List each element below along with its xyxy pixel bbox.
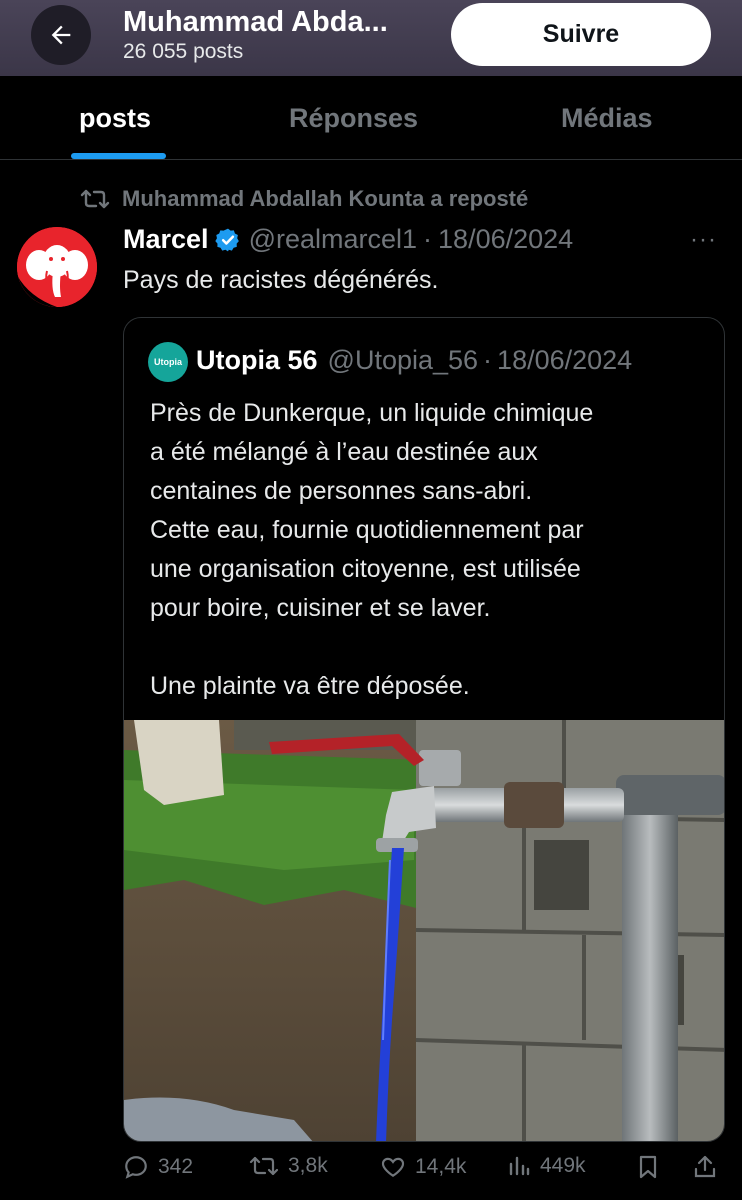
views-count: 449k <box>540 1154 586 1177</box>
more-options-button[interactable]: ··· <box>690 226 717 254</box>
repost-icon <box>249 1156 279 1176</box>
post-action-bar: 342 3,8k 14,4k 449k <box>123 1154 723 1194</box>
separator-dot: · <box>423 224 433 254</box>
bookmark-button[interactable] <box>636 1154 660 1180</box>
repost-icon <box>80 189 110 209</box>
repost-count: 3,8k <box>288 1154 328 1177</box>
reply-count: 342 <box>158 1155 194 1178</box>
heart-icon <box>381 1157 405 1177</box>
quoted-author-line: Utopia 56 @Utopia_56 · 18/06/2024 <box>196 345 632 376</box>
reply-button[interactable]: 342 <box>123 1154 193 1180</box>
tab-replies[interactable]: Réponses <box>289 76 418 160</box>
post-author-line: Marcel @realmarcel1 · 18/06/2024 <box>123 224 573 255</box>
tab-posts[interactable]: posts <box>79 76 151 160</box>
post-text: Pays de racistes dégénérés. <box>123 266 439 294</box>
repost-button[interactable]: 3,8k <box>249 1154 328 1178</box>
post-date[interactable]: 18/06/2024 <box>438 224 573 255</box>
water-tap-image <box>124 720 724 1141</box>
like-count: 14,4k <box>415 1155 467 1178</box>
quoted-author-avatar: Utopia <box>148 342 188 382</box>
profile-tabs: posts Réponses Médias <box>0 76 742 160</box>
like-button[interactable]: 14,4k <box>380 1154 466 1180</box>
arrow-left-icon <box>51 25 71 45</box>
repost-indicator[interactable]: Muhammad Abdallah Kounta a reposté <box>80 186 528 212</box>
quoted-post[interactable]: Utopia Utopia 56 @Utopia_56 · 18/06/2024… <box>123 317 725 1142</box>
tab-media[interactable]: Médias <box>561 76 653 160</box>
quoted-author-name: Utopia 56 <box>196 345 318 375</box>
follow-button[interactable]: Suivre <box>451 3 711 66</box>
reply-icon <box>125 1156 147 1179</box>
quoted-post-date: 18/06/2024 <box>497 345 633 375</box>
quoted-separator-dot: · <box>483 345 493 375</box>
quoted-post-image[interactable] <box>124 720 724 1141</box>
quoted-post-text: Près de Dunkerque, un liquide chimique a… <box>150 399 594 700</box>
author-name[interactable]: Marcel <box>123 224 209 255</box>
share-button[interactable] <box>693 1154 717 1180</box>
active-tab-indicator <box>71 153 166 159</box>
share-icon <box>694 1155 716 1178</box>
views-button[interactable]: 449k <box>507 1154 586 1178</box>
views-chart-icon <box>509 1156 530 1176</box>
quoted-avatar-text: Utopia <box>154 357 182 367</box>
repost-text: Muhammad Abdallah Kounta a reposté <box>122 186 529 211</box>
bookmark-icon <box>639 1155 657 1179</box>
profile-header: Muhammad Abda... 26 055 posts Suivre <box>0 0 742 76</box>
author-handle[interactable]: @realmarcel1 <box>249 224 417 255</box>
elephant-logo-icon <box>17 227 97 307</box>
profile-name: Muhammad Abda... <box>123 6 388 38</box>
back-button[interactable] <box>31 5 91 65</box>
verified-badge-icon <box>214 227 241 253</box>
author-avatar[interactable] <box>17 227 97 307</box>
quoted-author-handle: @Utopia_56 <box>327 345 479 375</box>
post-count: 26 055 posts <box>123 40 244 63</box>
